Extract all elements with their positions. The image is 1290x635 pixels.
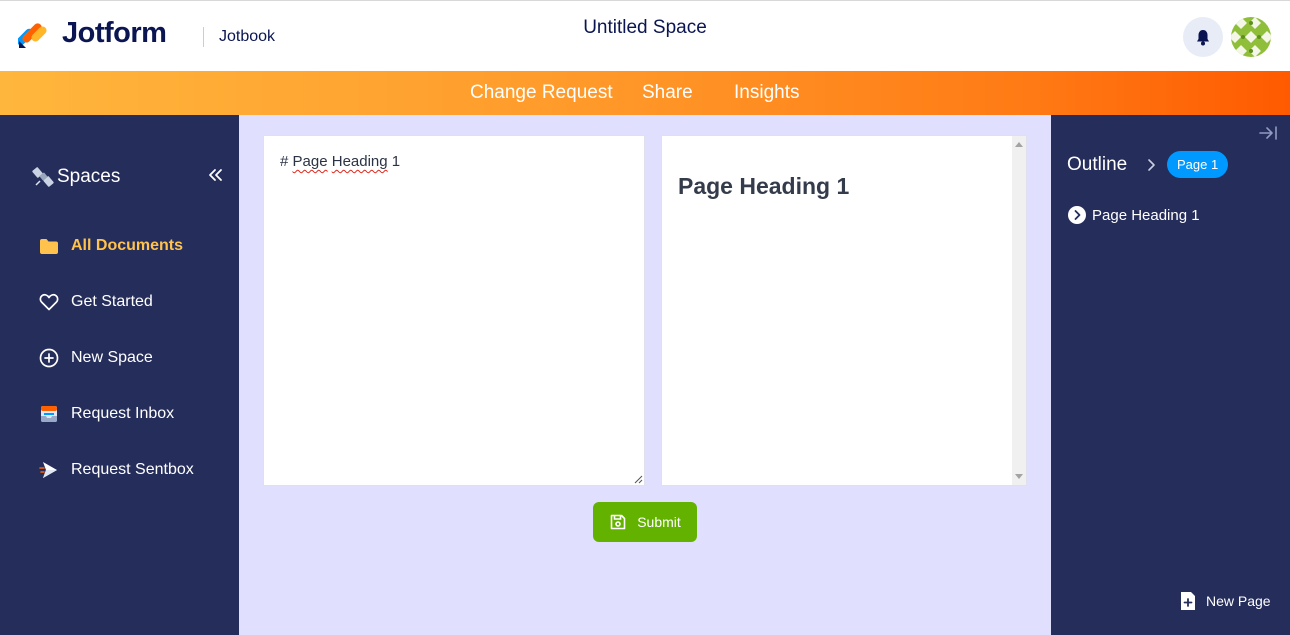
submit-button[interactable]: Submit [593,502,697,542]
preview-scrollbar[interactable] [1012,136,1026,485]
jotform-logo-icon[interactable] [18,19,48,49]
editor-hash: # [280,153,289,170]
nav-share[interactable]: Share [642,82,693,104]
sidebar-item-new-space[interactable]: New Space [38,346,153,370]
editor-area: # Page Heading 1 Page Heading 1 Submit [239,115,1051,635]
preview-heading: Page Heading 1 [678,173,850,199]
plus-circle-icon [39,348,59,368]
satellite-icon [32,167,54,187]
inbox-icon [41,406,57,422]
scroll-down-icon[interactable] [1015,474,1023,479]
new-page-label: New Page [1206,593,1271,609]
markdown-preview: Page Heading 1 [661,135,1027,486]
editor-word-page: Page [292,153,328,170]
add-page-icon [1181,592,1195,610]
brand-name[interactable]: Jotform [62,17,167,50]
sidebar-item-label: All Documents [71,237,184,254]
sidebar-item-all-documents[interactable]: All Documents [38,234,183,258]
outline-item[interactable]: Page Heading 1 [1068,206,1200,224]
sidebar-item-get-started[interactable]: Get Started [38,290,153,314]
chevron-circle-icon [1068,206,1086,224]
nav-change-request[interactable]: Change Request [470,82,613,104]
app-header: Jotform Jotbook Untitled Space [0,0,1290,71]
scroll-up-icon[interactable] [1015,142,1023,147]
send-icon [39,462,57,478]
product-name[interactable]: Jotbook [219,28,275,46]
top-nav: Change Request Share Insights [0,71,1290,115]
collapse-panel-icon[interactable] [1259,125,1279,141]
chevron-right-icon [1148,159,1155,171]
page-badge[interactable]: Page 1 [1167,151,1229,178]
folder-icon [40,238,58,254]
heart-icon [39,293,59,311]
collapse-sidebar-icon[interactable] [206,165,224,185]
save-icon [610,514,626,530]
sidebar-item-request-inbox[interactable]: Request Inbox [38,402,174,426]
sidebar-item-label: Get Started [71,293,153,310]
editor-word-heading: Heading [331,153,388,170]
outline-panel: Outline Page 1 Page Heading 1 New Page [1051,115,1290,635]
new-page-button[interactable]: New Page [1180,591,1271,611]
outline-title: Outline [1067,154,1128,175]
resize-handle-icon[interactable] [634,475,643,484]
sidebar-item-request-sentbox[interactable]: Request Sentbox [38,458,194,482]
avatar[interactable] [1231,17,1271,57]
brand-divider [203,27,204,47]
markdown-editor[interactable]: # Page Heading 1 [263,135,645,486]
nav-insights[interactable]: Insights [734,82,799,104]
spaces-sidebar: Spaces All Documents Get Started New Spa… [0,115,239,635]
space-title[interactable]: Untitled Space [583,17,707,38]
spaces-title: Spaces [57,166,121,187]
sidebar-item-label: New Space [71,349,153,366]
submit-label: Submit [637,514,681,530]
spaces-heading: Spaces [32,165,120,189]
sidebar-item-label: Request Sentbox [71,461,194,478]
outline-item-label: Page Heading 1 [1092,206,1200,224]
bell-icon [1197,29,1209,45]
editor-suffix: 1 [391,153,401,170]
avatar-pattern-icon [1231,17,1271,57]
sidebar-item-label: Request Inbox [71,405,175,422]
notifications-button[interactable] [1183,17,1223,57]
